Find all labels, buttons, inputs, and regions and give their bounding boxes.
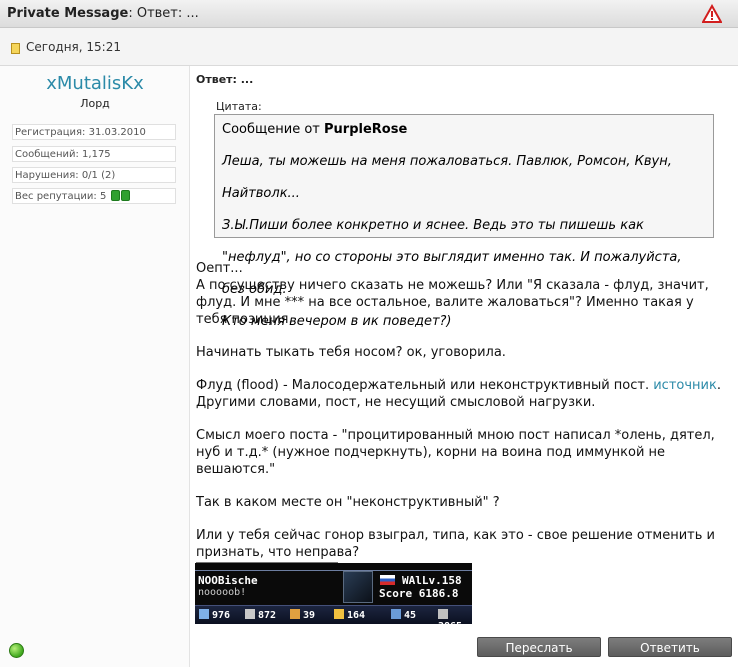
window-titlebar: Private Message: Ответ: ... — [0, 0, 738, 28]
signature-border — [195, 570, 472, 571]
source-link[interactable]: источник — [653, 378, 717, 393]
forward-button[interactable]: Переслать — [477, 637, 601, 657]
user-info-panel: xMutalisKx Лорд Регистрация: 31.03.2010 … — [0, 66, 190, 667]
post-line: Оепт... — [196, 261, 243, 276]
game-emblem-icon — [343, 571, 373, 603]
stat-violations: Нарушения: 0/1 (2) — [12, 167, 176, 183]
post-line: Начинать тыкать тебя носом? ок, уговорил… — [196, 345, 506, 360]
post-line: Так в каком месте он "неконструктивный" … — [196, 495, 500, 510]
post-line: Смысл моего поста - "процитированный мно… — [196, 428, 715, 443]
post-line: Флуд (flood) - Малосодержательный или не… — [196, 378, 654, 393]
stat-icon — [245, 609, 255, 619]
signature-subline: nooooob! — [198, 587, 247, 598]
quote-line: Найтволк... — [222, 186, 300, 201]
post-line: А по существу ничего сказать не можешь? … — [196, 278, 709, 293]
post-paragraph: Оепт... А по существу ничего сказать не … — [196, 260, 731, 328]
quote-line: Леша, ты можешь на меня пожаловаться. Па… — [222, 154, 672, 169]
post-paragraph: Начинать тыкать тебя носом? ок, уговорил… — [196, 344, 731, 361]
post-date: Сегодня, 15:21 — [26, 40, 121, 54]
post-line: признать, что неправа? — [196, 545, 360, 560]
quote-from-prefix: Сообщение от — [222, 122, 320, 137]
stat-reputation: Вес репутации: 5 — [12, 188, 176, 204]
post-line: нуб и т.д.* (нужное подчеркнуть), корни … — [196, 445, 666, 460]
online-status-icon — [9, 643, 24, 658]
username-link[interactable]: xMutalisKx — [0, 73, 190, 94]
reputation-point-icon — [110, 190, 120, 201]
stat-value: 45 — [404, 610, 417, 621]
signature-banner: NOOBische nooooob! WAlLv.158 Score 6186.… — [195, 563, 472, 624]
quote-author-line: Сообщение от PurpleRose — [222, 122, 706, 138]
window-title-rest: : Ответ: ... — [128, 6, 199, 21]
signature-stat: 45 — [391, 609, 416, 621]
signature-stats-row: 976 872 39 164 45 3865 — [195, 605, 472, 624]
window-title: Private Message: Ответ: ... — [7, 6, 199, 21]
post-line: вешаются." — [196, 462, 276, 477]
window-title-bold: Private Message — [7, 6, 129, 21]
post-line-end: . — [716, 378, 721, 393]
quote-author: PurpleRose — [324, 122, 408, 137]
signature-stat: 976 — [199, 609, 230, 621]
post-line: флуд. И мне *** на все остальное, валите… — [196, 295, 694, 310]
message-content: Ответ: ... Цитата: Сообщение от PurpleRo… — [190, 66, 738, 667]
post-line: Или у тебя сейчас гонор взыграл, типа, к… — [196, 528, 715, 543]
post-paragraph: Так в каком месте он "неконструктивный" … — [196, 494, 731, 511]
post-document-icon — [11, 43, 20, 54]
post-paragraph: Флуд (flood) - Малосодержательный или не… — [196, 377, 731, 411]
signature-stat: 164 — [334, 609, 365, 621]
post-date-bar: Сегодня, 15:21 — [0, 28, 738, 66]
signature-score: Score 6186.8 — [379, 587, 459, 600]
signature-stat: 39 — [290, 609, 315, 621]
reply-button[interactable]: Ответить — [608, 637, 732, 657]
signature-stat: 3865 — [438, 609, 472, 624]
signature-level: WAlLv.158 — [402, 574, 462, 587]
stat-registration: Регистрация: 31.03.2010 — [12, 124, 176, 140]
stat-icon — [391, 609, 401, 619]
stat-value: 39 — [303, 610, 316, 621]
post-line: Другими словами, пост, не несущий смысло… — [196, 395, 596, 410]
warning-triangle-icon[interactable] — [702, 4, 722, 24]
signature-nick: NOOBische — [198, 574, 258, 587]
post-paragraph: Смысл моего поста - "процитированный мно… — [196, 427, 731, 478]
stat-value: 872 — [258, 610, 277, 621]
quote-box: Сообщение от PurpleRose Леша, ты можешь … — [214, 114, 714, 329]
signature-stat: 872 — [245, 609, 276, 621]
flag-icon — [380, 575, 395, 585]
stat-icon — [438, 609, 448, 619]
post-line: тебя позиция. — [196, 312, 293, 327]
stat-value: 3865 — [438, 621, 462, 624]
reputation-label: Вес репутации: 5 — [15, 191, 107, 202]
stat-value: 164 — [347, 610, 366, 621]
user-rank: Лорд — [80, 97, 110, 110]
stat-icon — [199, 609, 209, 619]
stat-messages: Сообщений: 1,175 — [12, 146, 176, 162]
quote-line: З.Ы.Пиши более конкретно и яснее. Ведь э… — [222, 218, 644, 233]
post-paragraph: Или у тебя сейчас гонор взыграл, типа, к… — [196, 527, 731, 561]
stat-value: 976 — [212, 610, 231, 621]
quote-label: Цитата: — [216, 100, 262, 113]
reputation-point-icon — [120, 190, 130, 201]
stat-icon — [334, 609, 344, 619]
post-body: Оепт... А по существу ничего сказать не … — [196, 260, 731, 577]
post-subject: Ответ: ... — [196, 73, 254, 86]
stat-icon — [290, 609, 300, 619]
